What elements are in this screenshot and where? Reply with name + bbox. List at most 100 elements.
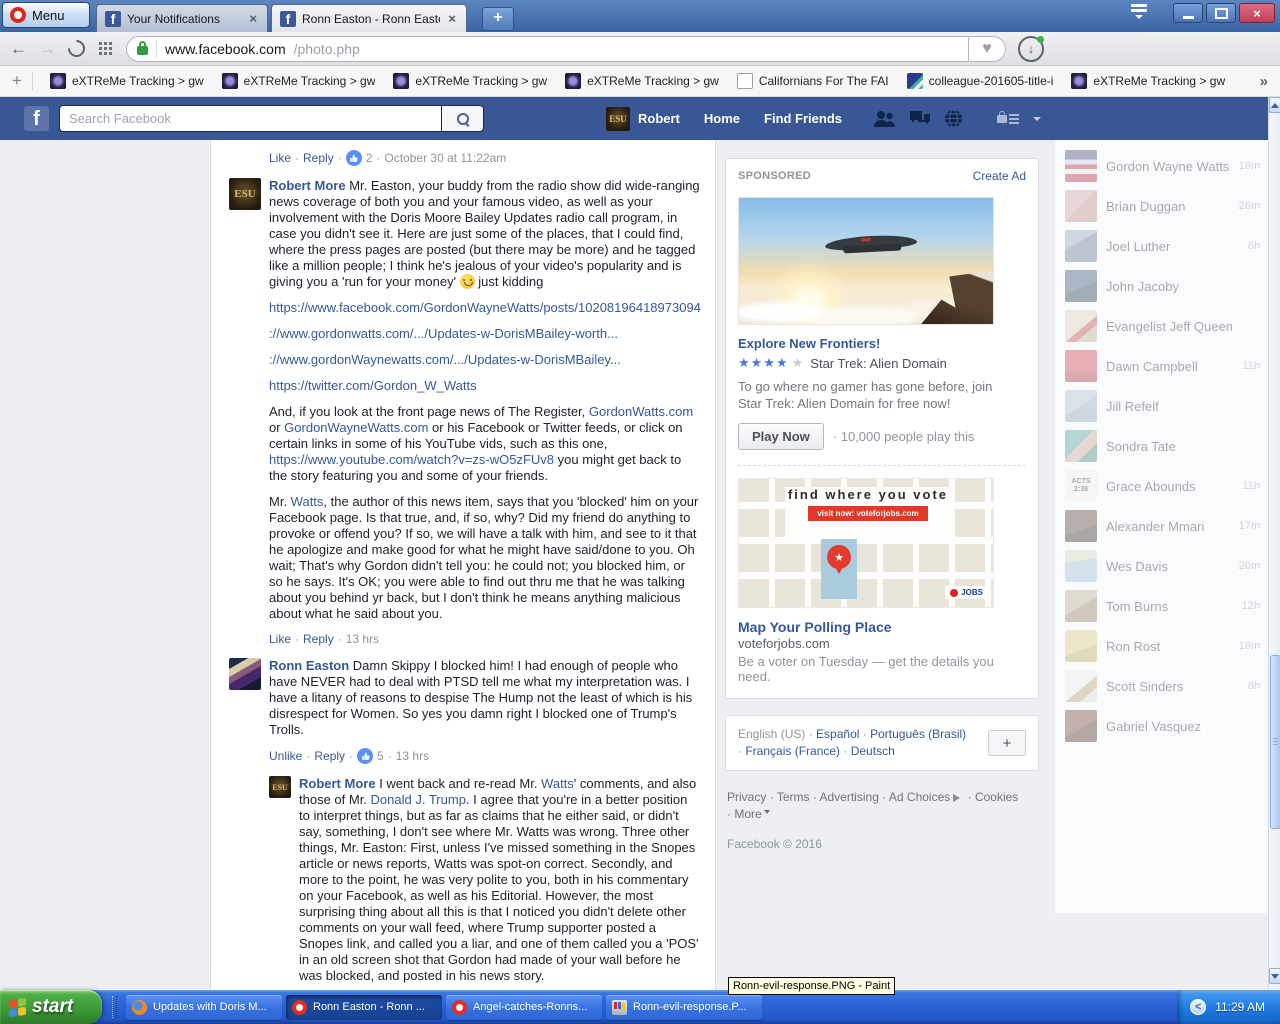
bookmark-item[interactable]: eXTReMe Tracking > gw [556, 73, 728, 89]
vertical-scrollbar[interactable] [1268, 97, 1280, 990]
scrollbar-thumb[interactable] [1270, 655, 1280, 829]
search-input[interactable] [59, 105, 441, 132]
close-button[interactable]: × [1239, 3, 1275, 23]
taskbar-task-button[interactable]: Updates with Doris M... [126, 995, 282, 1020]
bookmark-heart-icon[interactable]: ♥ [969, 36, 1006, 62]
like-count[interactable]: 5 [377, 749, 384, 763]
play-now-button[interactable]: Play Now [738, 423, 824, 450]
language-link[interactable]: Español [809, 727, 860, 741]
contact-row[interactable]: Dawn Campbell 11h [1055, 346, 1268, 386]
contact-row[interactable]: ACTS 2:38 Grace Abounds 11h [1055, 466, 1268, 506]
speed-dial-icon[interactable] [99, 42, 102, 45]
footer-link[interactable]: Cookies [968, 790, 1019, 804]
commenter-avatar[interactable]: ESU [269, 776, 291, 798]
account-menu-caret-icon[interactable] [1033, 117, 1041, 125]
search-button[interactable] [441, 105, 484, 132]
ad-title-link[interactable]: Explore New Frontiers! [738, 336, 1026, 351]
polling-map-ad-image[interactable]: find where you vote visit now: voteforjo… [738, 478, 994, 608]
bookmark-item[interactable]: eXTReMe Tracking > gw [41, 73, 213, 89]
privacy-shortcuts-icon[interactable] [997, 115, 1007, 123]
inline-link[interactable]: Watts [291, 494, 324, 509]
comment-author[interactable]: Robert More [299, 776, 376, 791]
minimize-button[interactable] [1173, 3, 1203, 23]
browser-tab[interactable]: f Ronn Easton - Ronn Easton u × [271, 4, 467, 32]
inline-link[interactable]: Watts [541, 776, 574, 791]
scroll-up-button[interactable] [1269, 97, 1280, 113]
bookmarks-overflow-icon[interactable]: » [1260, 73, 1268, 90]
bookmark-item[interactable]: Californians For The FAI [728, 73, 898, 89]
bookmark-item[interactable]: eXTReMe Tracking > gw [213, 73, 385, 89]
comment-author[interactable]: Robert More [269, 178, 346, 193]
inline-link[interactable]: GordonWatts.com [589, 404, 693, 419]
bookmark-item[interactable]: eXTReMe Tracking > gw [1062, 73, 1234, 89]
profile-name-link[interactable]: Robert [638, 111, 680, 126]
unlike-link[interactable]: Unlike [269, 749, 302, 763]
comment-link[interactable]: ://www.gordonwatts.com/.../Updates-w-Dor… [269, 326, 618, 341]
commenter-avatar[interactable]: ESU [229, 178, 261, 210]
restore-button[interactable] [1206, 3, 1236, 23]
tab-close-icon[interactable]: × [446, 11, 458, 26]
contact-row[interactable]: Brian Duggan 26m [1055, 186, 1268, 226]
footer-link[interactable]: Advertising [813, 790, 879, 804]
contact-row[interactable]: Joel Luther 6h [1055, 226, 1268, 266]
profile-avatar[interactable]: ESU [606, 107, 630, 131]
create-ad-link[interactable]: Create Ad [973, 169, 1026, 183]
forward-icon[interactable]: → [39, 39, 56, 59]
tab-list-icon[interactable] [1122, 3, 1156, 23]
friend-requests-icon[interactable] [872, 110, 896, 128]
language-link[interactable]: Deutsch [843, 744, 894, 758]
bookmark-item[interactable]: colleague-201605-title-i [898, 73, 1063, 89]
like-count-badge-icon[interactable] [357, 748, 373, 764]
comment-author[interactable]: Ronn Easton [269, 658, 349, 673]
footer-link[interactable]: Privacy [727, 790, 766, 804]
comment-timestamp[interactable]: October 30 at 11:22am [384, 151, 506, 165]
footer-link[interactable]: Terms [770, 790, 810, 804]
taskbar-task-button[interactable]: Ronn Easton - Ronn ... [286, 995, 442, 1020]
reply-link[interactable]: Reply [303, 151, 334, 165]
quick-launch-handle[interactable] [112, 996, 117, 1018]
taskbar-task-button[interactable]: Ronn-evil-response.P... [606, 995, 762, 1020]
contact-row[interactable]: Alexander Mmari 17m [1055, 506, 1268, 546]
contact-row[interactable]: Jill Refelf [1055, 386, 1268, 426]
tray-collapse-icon[interactable]: < [1190, 999, 1206, 1015]
like-link[interactable]: Like [269, 632, 291, 646]
messages-icon[interactable] [908, 110, 932, 128]
contact-row[interactable]: Scott Sinders 8h [1055, 666, 1268, 706]
language-link[interactable]: Français (France) [738, 744, 840, 758]
bookmark-item[interactable]: eXTReMe Tracking > gw [384, 73, 556, 89]
inline-link[interactable]: Donald J. Trump [371, 792, 466, 807]
contact-row[interactable]: Ron Rost 19m [1055, 626, 1268, 666]
add-language-button[interactable]: + [988, 730, 1026, 756]
add-bookmark-icon[interactable]: + [12, 71, 22, 91]
footer-link[interactable]: More [727, 807, 770, 821]
contact-row[interactable]: Gabriel Vasquez [1055, 706, 1268, 746]
notifications-globe-icon[interactable] [944, 109, 963, 128]
contact-row[interactable]: Sondra Tate [1055, 426, 1268, 466]
contact-row[interactable]: Wes Davis 20m [1055, 546, 1268, 586]
like-link[interactable]: Like [269, 151, 291, 165]
ad-title-link[interactable]: Map Your Polling Place [738, 619, 1026, 635]
reply-link[interactable]: Reply [314, 749, 345, 763]
facebook-logo[interactable]: f [24, 106, 49, 131]
contact-row[interactable]: Gordon Wayne Watts 19m [1055, 146, 1268, 186]
comment-link[interactable]: https://twitter.com/Gordon_W_Watts [269, 378, 477, 393]
contact-row[interactable]: Evangelist Jeff Queen [1055, 306, 1268, 346]
taskbar-task-button[interactable]: Angel-catches-Ronns... [446, 995, 602, 1020]
comment-timestamp[interactable]: 13 hrs [396, 749, 429, 763]
inline-link[interactable]: https://www.youtube.com/watch?v=zs-wO5zF… [269, 452, 554, 467]
scroll-down-button[interactable] [1269, 968, 1280, 984]
comment-timestamp[interactable]: 13 hrs [346, 632, 379, 646]
like-count[interactable]: 2 [366, 151, 373, 165]
footer-link[interactable]: Ad Choices [882, 790, 964, 804]
new-tab-button[interactable]: + [482, 7, 514, 31]
comment-link[interactable]: ://www.gordonWaynewatts.com/.../Updates-… [269, 352, 621, 367]
find-friends-link[interactable]: Find Friends [764, 111, 842, 126]
tab-close-icon[interactable]: × [247, 11, 259, 26]
browser-tab[interactable]: f Your Notifications × [96, 4, 268, 32]
home-link[interactable]: Home [704, 111, 740, 126]
downloads-icon[interactable]: ↓ [1018, 36, 1044, 62]
address-bar[interactable]: www.facebook.com/photo.php ♥ [126, 36, 1006, 62]
commenter-avatar[interactable] [229, 658, 261, 690]
reply-link[interactable]: Reply [303, 632, 334, 646]
opera-menu-button[interactable]: Menu [2, 2, 90, 28]
